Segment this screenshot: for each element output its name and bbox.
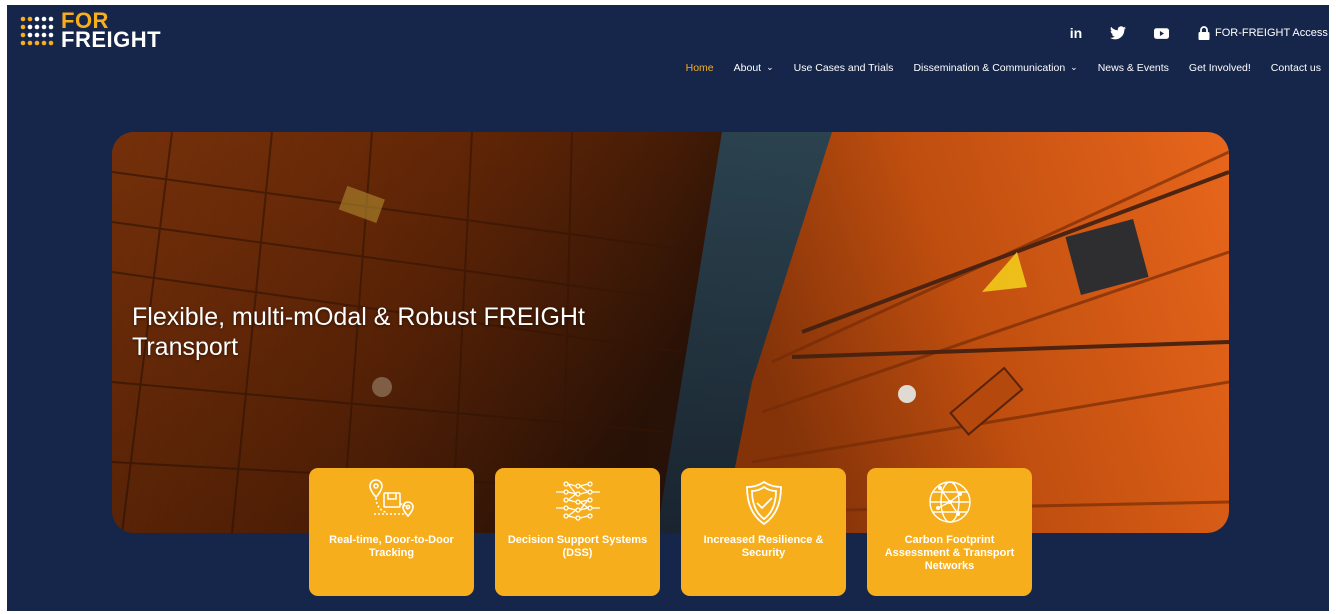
feature-label-dss: Decision Support Systems (DSS) (507, 534, 648, 559)
nav-use-cases[interactable]: Use Cases and Trials (794, 62, 894, 74)
youtube-icon[interactable] (1151, 23, 1171, 43)
network-brain-icon (550, 476, 606, 530)
page: FOR FREIGHT in FOR-FREIGHT Access Home A… (7, 5, 1329, 611)
nav-use-cases-label: Use Cases and Trials (793, 62, 894, 74)
hero-banner: Flexible, multi-mOdal & Robust FREIGHt T… (112, 132, 1229, 533)
nav-dissemination[interactable]: Dissemination & Communication ⌄ (913, 61, 1078, 75)
feature-label-resilience: Increased Resilience & Security (703, 534, 824, 559)
feature-label-carbon: Carbon Footprint Assessment & Transport … (884, 534, 1015, 572)
logo[interactable]: FOR FREIGHT (19, 10, 169, 56)
lock-icon (1198, 26, 1210, 40)
nav-get-involved[interactable]: Get Involved! (1189, 62, 1251, 74)
feature-label-tracking: Real-time, Door-to-Door Tracking (329, 534, 454, 559)
feature-card-resilience[interactable]: Increased Resilience & Security (681, 468, 846, 596)
logo-dots-icon (20, 16, 54, 46)
nav-contact-label: Contact us (1270, 62, 1321, 74)
hero-title: Flexible, multi-mOdal & Robust FREIGHt T… (132, 303, 585, 361)
feature-card-carbon[interactable]: Carbon Footprint Assessment & Transport … (867, 468, 1032, 596)
linkedin-icon[interactable]: in (1066, 23, 1086, 43)
linkedin-label: in (1069, 25, 1083, 41)
nav-contact[interactable]: Contact us (1271, 62, 1321, 74)
tracking-route-icon (364, 476, 420, 530)
feature-card-dss[interactable]: Decision Support Systems (DSS) (495, 468, 660, 596)
nav-home-label: Home (685, 62, 714, 74)
nav-about[interactable]: About ⌄ (733, 61, 774, 75)
globe-network-icon (922, 476, 978, 530)
access-link[interactable]: FOR-FREIGHT Access (1198, 23, 1328, 43)
twitter-icon[interactable] (1108, 23, 1128, 43)
main-nav: Home About ⌄ Use Cases and Trials Dissem… (666, 61, 1321, 75)
chevron-down-icon: ⌄ (766, 61, 774, 72)
access-label: FOR-FREIGHT Access (1215, 27, 1328, 39)
nav-dissemination-label: Dissemination & Communication (913, 62, 1066, 74)
feature-card-tracking[interactable]: Real-time, Door-to-Door Tracking (309, 468, 474, 596)
nav-news-events[interactable]: News & Events (1098, 62, 1169, 74)
nav-get-involved-label: Get Involved! (1188, 62, 1251, 74)
logo-text-freight: FREIGHT (61, 27, 162, 52)
nav-news-label: News & Events (1097, 62, 1169, 74)
nav-home[interactable]: Home (686, 62, 714, 74)
chevron-down-icon: ⌄ (1070, 61, 1078, 72)
nav-about-label: About (733, 62, 762, 74)
shield-check-icon (736, 476, 792, 530)
